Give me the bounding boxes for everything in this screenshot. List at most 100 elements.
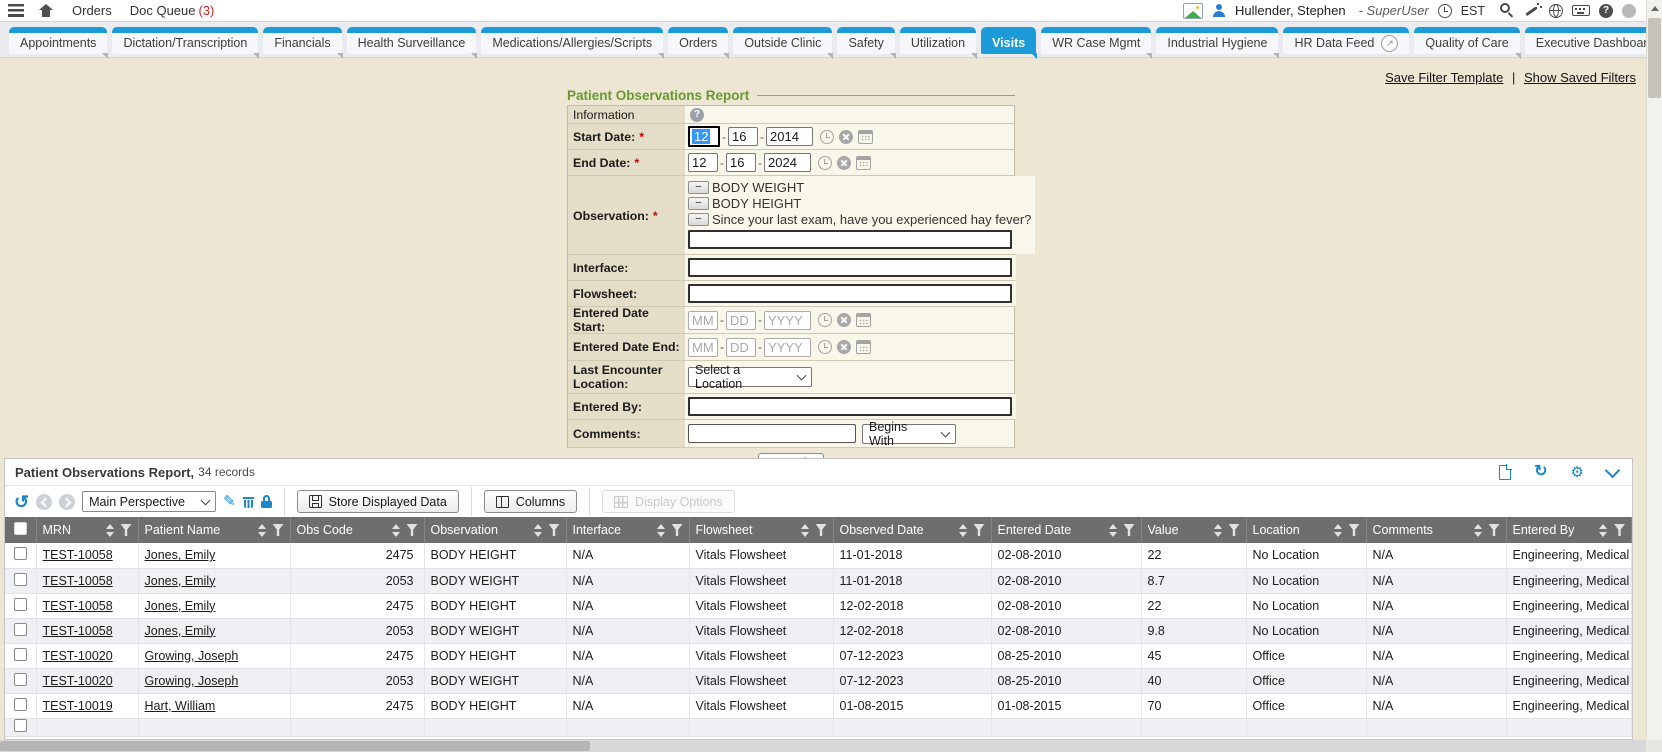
sort-icon[interactable] <box>1474 524 1482 537</box>
mrn-link[interactable]: TEST-10020 <box>43 674 113 688</box>
menu-icon[interactable] <box>8 4 24 17</box>
patient-name-link[interactable]: Jones, Emily <box>145 574 216 588</box>
entered-by-input[interactable] <box>688 397 1012 416</box>
tab-industrial-hygiene[interactable]: Industrial Hygiene <box>1156 27 1278 54</box>
scroll-up-arrow[interactable] <box>1647 0 1662 16</box>
clear-date-icon[interactable] <box>837 340 851 354</box>
horizontal-scrollbar-thumb[interactable] <box>0 741 590 751</box>
interface-input[interactable] <box>688 258 1012 277</box>
clear-date-icon[interactable] <box>837 156 851 170</box>
select-all-checkbox[interactable] <box>14 522 27 535</box>
breadcrumb-doc-queue[interactable]: Doc Queue(3) <box>130 3 215 18</box>
time-icon[interactable] <box>820 130 834 144</box>
comments-input[interactable] <box>688 424 856 443</box>
show-saved-filters-link[interactable]: Show Saved Filters <box>1524 70 1636 85</box>
collapse-panel-icon[interactable] <box>1605 462 1621 478</box>
tab-executive-dashboard[interactable]: Executive Dashboard ↗ <box>1525 27 1662 54</box>
end-date-day-input[interactable] <box>726 153 756 172</box>
home-icon[interactable] <box>38 4 54 18</box>
row-checkbox[interactable] <box>14 673 27 686</box>
flowsheet-input[interactable] <box>688 284 1012 303</box>
remove-observation-button[interactable]: − <box>688 181 709 194</box>
clear-date-icon[interactable] <box>839 130 853 144</box>
wand-icon[interactable] <box>1524 3 1540 18</box>
clear-date-icon[interactable] <box>837 313 851 327</box>
tab-hr-data-feed[interactable]: HR Data Feed ↗ <box>1283 27 1409 54</box>
tab-wr-case-mgmt[interactable]: WR Case Mgmt <box>1041 27 1151 54</box>
vertical-scrollbar-thumb[interactable] <box>1648 18 1661 98</box>
filter-icon[interactable] <box>672 524 683 536</box>
row-checkbox[interactable] <box>14 573 27 586</box>
edit-perspective-icon[interactable]: ✎ <box>223 494 236 509</box>
tab-quality-of-care[interactable]: Quality of Care <box>1414 27 1519 54</box>
sort-icon[interactable] <box>1109 524 1117 537</box>
entered-date-end-year-input[interactable] <box>764 338 811 357</box>
row-checkbox[interactable] <box>14 648 27 661</box>
sort-icon[interactable] <box>1214 524 1222 537</box>
tab-appointments[interactable]: Appointments <box>9 27 107 54</box>
horizontal-scrollbar[interactable] <box>0 740 1646 752</box>
filter-icon[interactable] <box>974 524 985 536</box>
mrn-link[interactable]: TEST-10020 <box>43 649 113 663</box>
sort-icon[interactable] <box>392 524 400 537</box>
mrn-link[interactable]: TEST-10058 <box>43 624 113 638</box>
mrn-link[interactable]: TEST-10019 <box>43 699 113 713</box>
patient-name-link[interactable]: Hart, William <box>145 699 216 713</box>
tab-visits[interactable]: Visits <box>981 27 1036 54</box>
save-filter-template-link[interactable]: Save Filter Template <box>1385 70 1503 85</box>
observation-input[interactable] <box>688 230 1012 249</box>
filter-icon[interactable] <box>549 524 560 536</box>
row-checkbox[interactable] <box>14 719 27 732</box>
sort-icon[interactable] <box>959 524 967 537</box>
tab-financials[interactable]: Financials <box>263 27 341 54</box>
filter-icon[interactable] <box>407 524 418 536</box>
previous-icon[interactable] <box>36 494 52 510</box>
patient-name-link[interactable]: Growing, Joseph <box>145 649 239 663</box>
gear-icon[interactable]: ⚙ <box>1571 465 1584 480</box>
row-checkbox[interactable] <box>14 623 27 636</box>
calendar-icon[interactable] <box>858 130 873 144</box>
row-checkbox[interactable] <box>14 547 27 560</box>
tab-health-surveillance[interactable]: Health Surveillance <box>347 27 477 54</box>
profile-circle-icon[interactable] <box>1622 4 1636 18</box>
mrn-link[interactable]: TEST-10058 <box>43 574 113 588</box>
entered-date-end-month-input[interactable] <box>688 338 718 357</box>
next-icon[interactable] <box>59 494 75 510</box>
patient-name-link[interactable]: Jones, Emily <box>145 624 216 638</box>
lock-perspective-icon[interactable] <box>261 495 272 508</box>
new-document-icon[interactable] <box>1499 465 1511 480</box>
globe-icon[interactable] <box>1549 4 1563 18</box>
breadcrumb-orders[interactable]: Orders <box>72 3 112 18</box>
start-date-year-input[interactable] <box>766 127 813 146</box>
sort-icon[interactable] <box>106 524 114 537</box>
end-date-year-input[interactable] <box>764 153 811 172</box>
help-icon[interactable]: ? <box>1599 4 1613 18</box>
calendar-icon[interactable] <box>856 340 871 354</box>
filter-icon[interactable] <box>1124 524 1135 536</box>
filter-icon[interactable] <box>816 524 827 536</box>
row-checkbox[interactable] <box>14 598 27 611</box>
comments-match-select[interactable]: Begins With <box>862 424 956 444</box>
remove-observation-button[interactable]: − <box>688 213 709 226</box>
end-date-month-input[interactable] <box>688 153 718 172</box>
sort-icon[interactable] <box>1334 524 1342 537</box>
store-displayed-data-button[interactable]: Store Displayed Data <box>297 490 459 513</box>
time-icon[interactable] <box>818 340 832 354</box>
keyboard-icon[interactable] <box>1572 5 1590 16</box>
entered-date-end-day-input[interactable] <box>726 338 756 357</box>
tab-outside-clinic[interactable]: Outside Clinic <box>733 27 832 54</box>
patient-name-link[interactable]: Jones, Emily <box>145 599 216 613</box>
row-checkbox[interactable] <box>14 698 27 711</box>
sort-icon[interactable] <box>258 524 266 537</box>
tab-medications-allergies-scripts[interactable]: Medications/Allergies/Scripts <box>481 27 663 54</box>
vertical-scrollbar[interactable] <box>1646 0 1662 740</box>
info-help-icon[interactable]: ? <box>690 108 704 122</box>
perspective-select[interactable]: Main Perspective <box>82 491 216 512</box>
sort-icon[interactable] <box>657 524 665 537</box>
delete-perspective-icon[interactable] <box>243 495 254 508</box>
filter-icon[interactable] <box>1349 524 1360 536</box>
calendar-icon[interactable] <box>856 156 871 170</box>
sort-icon[interactable] <box>1599 524 1607 537</box>
tab-orders[interactable]: Orders <box>668 27 728 54</box>
sort-icon[interactable] <box>534 524 542 537</box>
